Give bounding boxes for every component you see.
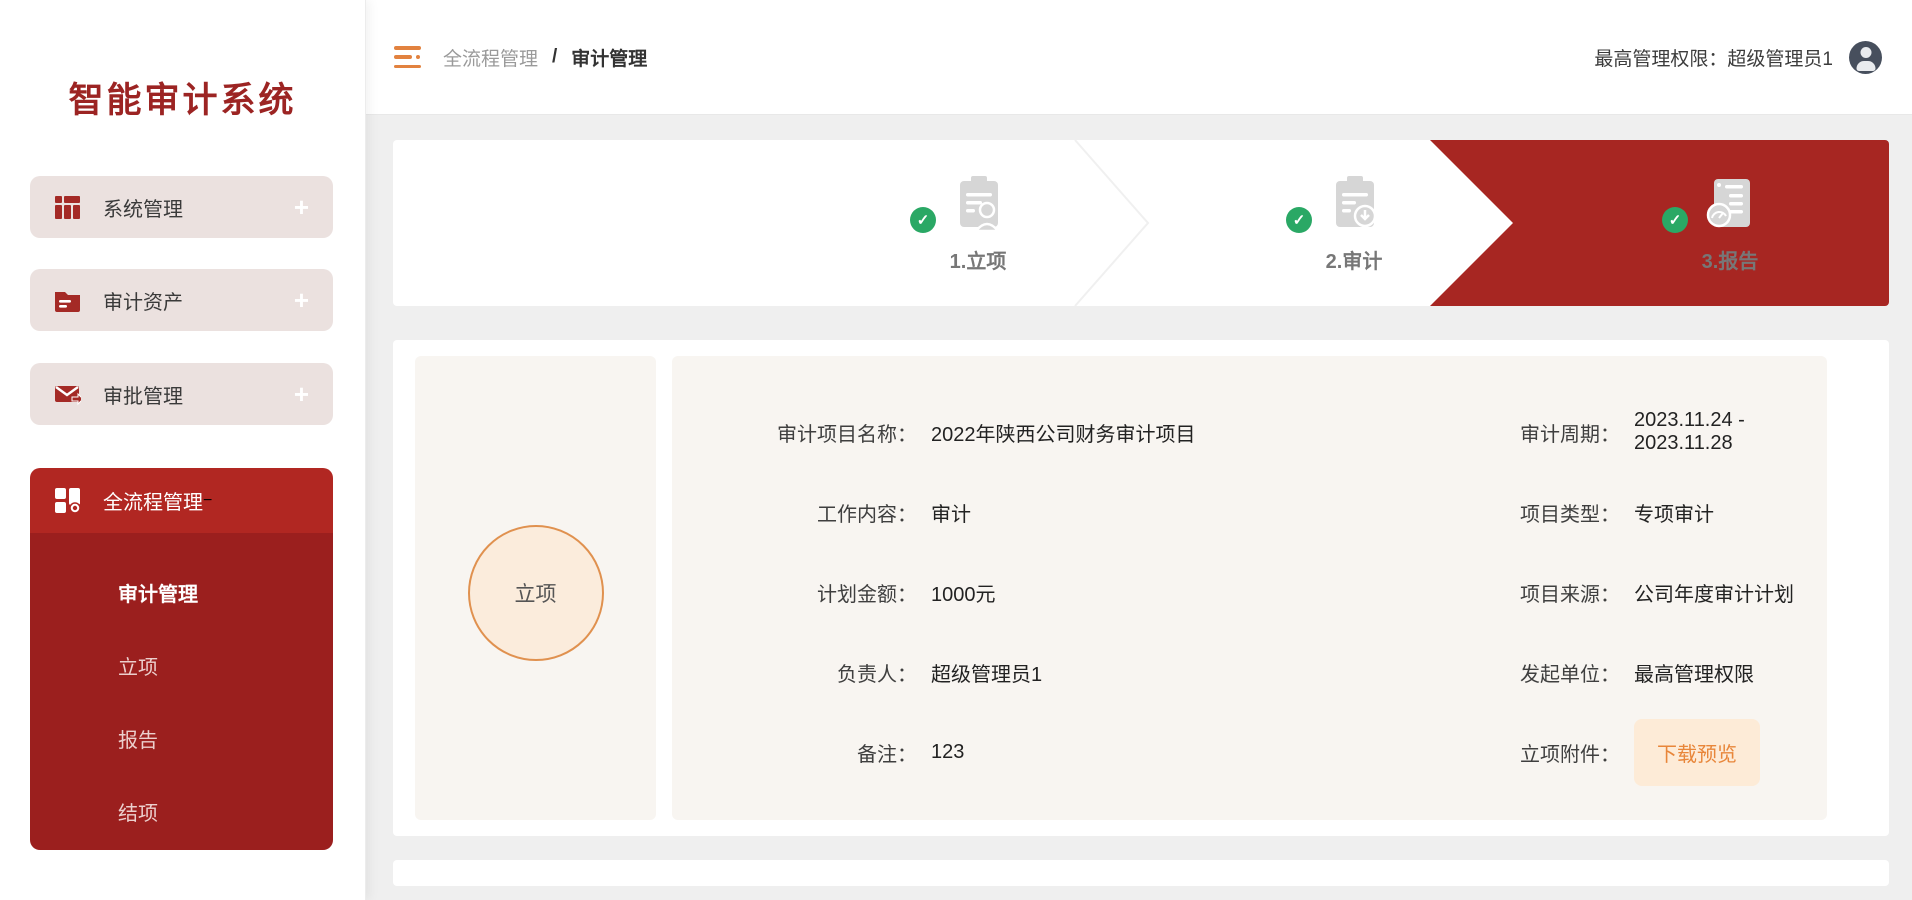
phase-badge: 立项 [468,525,604,661]
breadcrumb-current: 审计管理 [571,44,647,71]
field-label: 项目类型： [1370,472,1620,552]
field-value: 123 [931,712,1356,792]
sidebar-item-system-management[interactable]: 系统管理 + [30,176,333,238]
columns-icon [54,194,81,221]
field-value: 公司年度审计计划 [1634,552,1807,632]
project-detail-card: 立项 审计项目名称： 2022年陕西公司财务审计项目 审计周期： 2023.11… [393,340,1889,836]
step-audit[interactable]: ✓ 2.审计 [1254,140,1454,306]
field-label: 项目来源： [1370,552,1620,632]
clipboard-person-icon [950,222,1006,239]
process-stepper: ✓ 1.立项 ✓ [393,140,1889,306]
user-role-text: 最高管理权限：超级管理员1 [1594,44,1833,71]
step-done-check-icon: ✓ [910,207,936,233]
topbar: 全流程管理 / 审计管理 最高管理权限：超级管理员1 [366,0,1912,115]
sidebar-submenu: 审计管理 立项 报告 结项 [30,533,333,850]
sidebar-subitem-closure[interactable]: 结项 [118,802,333,826]
field-label: 立项附件： [1370,712,1620,792]
field-label: 工作内容： [672,472,917,552]
user-avatar[interactable] [1849,41,1882,74]
field-value: 2022年陕西公司财务审计项目 [931,392,1356,472]
step-label: 3.报告 [1702,245,1759,274]
field-label: 备注： [672,712,917,792]
step-done-check-icon: ✓ [1286,207,1312,233]
step-initiation[interactable]: ✓ 1.立项 [878,140,1078,306]
sidebar-subitem-audit-management[interactable]: 审计管理 [118,583,333,607]
menu-fold-icon[interactable] [394,46,421,68]
expand-plus-icon[interactable]: + [294,381,309,407]
step-done-check-icon: ✓ [1662,207,1688,233]
field-label: 审计项目名称： [672,392,917,472]
sidebar-subitem-report[interactable]: 报告 [118,729,333,753]
breadcrumb-section[interactable]: 全流程管理 [443,44,538,71]
sidebar-item-label: 系统管理 [103,193,183,222]
field-value: 最高管理权限 [1634,632,1807,712]
collapse-minus-icon[interactable]: − [203,492,212,510]
sidebar-item-approval-management[interactable]: 审批管理 + [30,363,333,425]
project-fields-panel: 审计项目名称： 2022年陕西公司财务审计项目 审计周期： 2023.11.24… [672,356,1827,820]
expand-plus-icon[interactable]: + [294,287,309,313]
step-report[interactable]: ✓ 3.报告 [1630,140,1830,306]
sidebar: 智能审计系统 系统管理 + 审计资产 + 审批管理 [0,0,366,900]
envelope-icon [54,381,81,408]
field-label: 计划金额： [672,552,917,632]
sidebar-item-label: 全流程管理 [103,486,203,515]
field-label: 负责人： [672,632,917,712]
dashboard-grid-icon [54,487,81,514]
app-logo: 智能审计系统 [0,72,365,123]
download-preview-button[interactable]: 下载预览 [1634,719,1760,786]
step-label: 1.立项 [950,245,1007,274]
sidebar-item-audit-assets[interactable]: 审计资产 + [30,269,333,331]
sidebar-subitem-project-initiation[interactable]: 立项 [118,656,333,680]
field-label: 审计周期： [1370,392,1620,472]
phase-badge-panel: 立项 [415,356,656,820]
report-gauge-icon [1702,222,1758,239]
field-label: 发起单位： [1370,632,1620,712]
field-value: 专项审计 [1634,472,1807,552]
field-value: 2023.11.24 - 2023.11.28 [1634,392,1807,472]
step-label: 2.审计 [1326,245,1383,274]
clipboard-download-icon [1326,222,1382,239]
sidebar-item-label: 审计资产 [103,286,183,315]
sidebar-item-full-process-management[interactable]: 全流程管理 − [30,468,333,533]
folder-icon [54,287,81,314]
field-value: 超级管理员1 [931,632,1356,712]
next-section-card [393,860,1889,886]
field-value: 1000元 [931,552,1356,632]
topbar-user-area: 最高管理权限：超级管理员1 [1594,41,1882,74]
expand-plus-icon[interactable]: + [294,194,309,220]
sidebar-item-label: 审批管理 [103,380,183,409]
breadcrumb-separator: / [552,46,557,68]
field-value: 审计 [931,472,1356,552]
step-separator-chevron [1074,140,1150,306]
